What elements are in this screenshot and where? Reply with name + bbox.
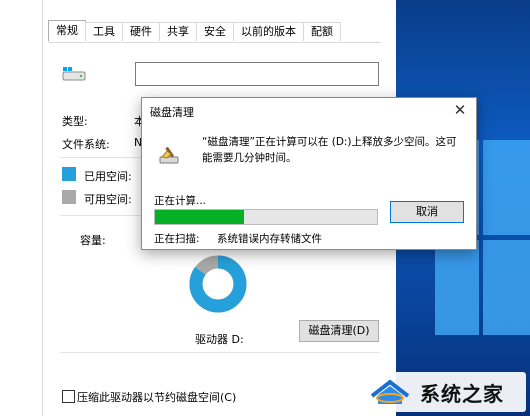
tab-tools[interactable]: 工具 — [85, 22, 123, 41]
disk-cleanup-dialog: 磁盘清理 ✕ “磁盘清理”正在计算可以在 (D:)上释放多少空间。这可能需要几分… — [141, 97, 477, 250]
file-system-label: 文件系统: — [62, 138, 110, 151]
scanning-item: 系统错误内存转储文件 — [217, 233, 322, 245]
type-label: 类型: — [62, 115, 88, 128]
tab-security[interactable]: 安全 — [196, 22, 234, 41]
dialog-titlebar[interactable]: 磁盘清理 ✕ — [142, 98, 476, 124]
dialog-message: “磁盘清理”正在计算可以在 (D:)上释放多少空间。这可能需要几分钟时间。 — [202, 136, 457, 164]
tabs-divider — [48, 42, 381, 43]
divider — [60, 352, 380, 353]
free-space-label: 可用空间: — [84, 193, 132, 206]
used-space-label: 已用空间: — [84, 170, 132, 183]
tab-quota[interactable]: 配额 — [303, 22, 341, 41]
drive-name-input[interactable] — [135, 62, 379, 86]
properties-tabs: 常规 工具 硬件 共享 安全 以前的版本 配额 — [48, 20, 341, 42]
free-space-swatch — [62, 190, 76, 204]
progress-fill — [155, 210, 244, 224]
drive-icon — [62, 67, 86, 81]
capacity-label: 容量: — [80, 234, 106, 247]
watermark: 系统之家 — [358, 372, 526, 412]
disk-cleanup-icon — [159, 146, 179, 164]
dialog-title: 磁盘清理 — [150, 106, 194, 119]
watermark-text: 系统之家 — [420, 381, 504, 406]
disk-usage-donut — [189, 255, 247, 313]
cancel-button[interactable]: 取消 — [390, 201, 464, 223]
progress-bar — [154, 209, 378, 225]
close-icon[interactable]: ✕ — [452, 102, 468, 118]
disk-cleanup-button[interactable]: 磁盘清理(D) — [299, 320, 379, 342]
drive-label: 驱动器 D: — [195, 333, 244, 346]
compress-drive-label: 压缩此驱动器以节约磁盘空间(C) — [77, 391, 237, 404]
tab-sharing[interactable]: 共享 — [159, 22, 197, 41]
tab-hardware[interactable]: 硬件 — [122, 22, 160, 41]
tab-previous-versions[interactable]: 以前的版本 — [233, 22, 304, 41]
tab-general[interactable]: 常规 — [48, 20, 86, 41]
calculating-text: 正在计算... — [154, 195, 207, 207]
used-space-swatch — [62, 167, 76, 181]
house-logo-icon — [370, 379, 410, 404]
scanning-label: 正在扫描: — [154, 233, 200, 245]
compress-drive-checkbox[interactable] — [62, 390, 75, 403]
